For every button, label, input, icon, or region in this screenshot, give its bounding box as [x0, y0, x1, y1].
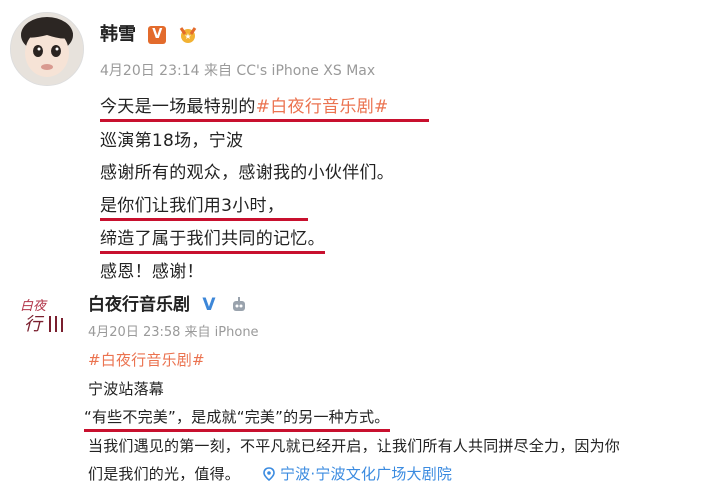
orange-v-icon: V [148, 26, 167, 44]
post2-location-text: 宁波·宁波文化广场大剧院 [279, 465, 453, 483]
post2-hashtag-link[interactable]: #白夜行音乐剧# [88, 349, 205, 370]
blue-v-icon: V [202, 295, 216, 315]
post2-line4: 们是我们的光，值得。 宁波·宁波文化广场大剧院 [88, 463, 452, 484]
post2-logo-text-2: 行 [24, 314, 45, 335]
post2-line3: 当我们遇见的第一刻，不平凡就已经开启，让我们所有人共同拼尽全力，因为你 [88, 437, 621, 455]
post1-line1-text: 今天是一场最特别的 [100, 97, 256, 117]
medal-icon: ★ [177, 26, 199, 44]
post2-author-name[interactable]: 白夜行音乐剧 [88, 295, 190, 315]
post1-line2: 巡演第18场，宁波 [100, 131, 244, 151]
post1-author-name[interactable]: 韩雪 [100, 24, 136, 45]
location-pin-icon [263, 465, 280, 483]
post1-line1: 今天是一场最特别的#白夜行音乐剧# [100, 92, 429, 122]
post2-location-link[interactable]: 宁波·宁波文化广场大剧院 [263, 465, 452, 483]
post1-line4: 是你们让我们用3小时， [100, 191, 309, 221]
post1-author-row: 韩雪 V ★ [100, 20, 199, 46]
post2-logo[interactable]: 白夜 行 [14, 292, 68, 340]
post1-line6: 感恩！感谢！ [100, 262, 204, 282]
avatar[interactable] [10, 12, 84, 86]
post2-meta: 4月20日 23:58 来自 iPhone [88, 325, 259, 340]
svg-text:★: ★ [184, 32, 191, 41]
post1-meta: 4月20日 23:14 来自 CC's iPhone XS Max [100, 63, 376, 79]
post1-line5-text: 缔造了属于我们共同的记忆。 [100, 224, 325, 254]
post2-line2-text: “有些不完美”，是成就“完美”的另一种方式。 [84, 406, 390, 432]
post2-line2: “有些不完美”，是成就“完美”的另一种方式。 [84, 406, 390, 432]
post1-hashtag-link[interactable]: #白夜行音乐剧# [256, 97, 389, 117]
post1-line4-text: 是你们让我们用3小时， [100, 191, 309, 221]
post2-author-row: 白夜行音乐剧 V [88, 290, 250, 315]
post1-line5: 缔造了属于我们共同的记忆。 [100, 224, 325, 254]
post2-line4-text: 们是我们的光，值得。 [88, 465, 241, 483]
post2-logo-text-1: 白夜 [20, 299, 48, 314]
robot-icon [228, 296, 250, 314]
post2-line1: 宁波站落幕 [88, 380, 165, 398]
post1-line3: 感谢所有的观众，感谢我的小伙伴们。 [100, 163, 395, 183]
